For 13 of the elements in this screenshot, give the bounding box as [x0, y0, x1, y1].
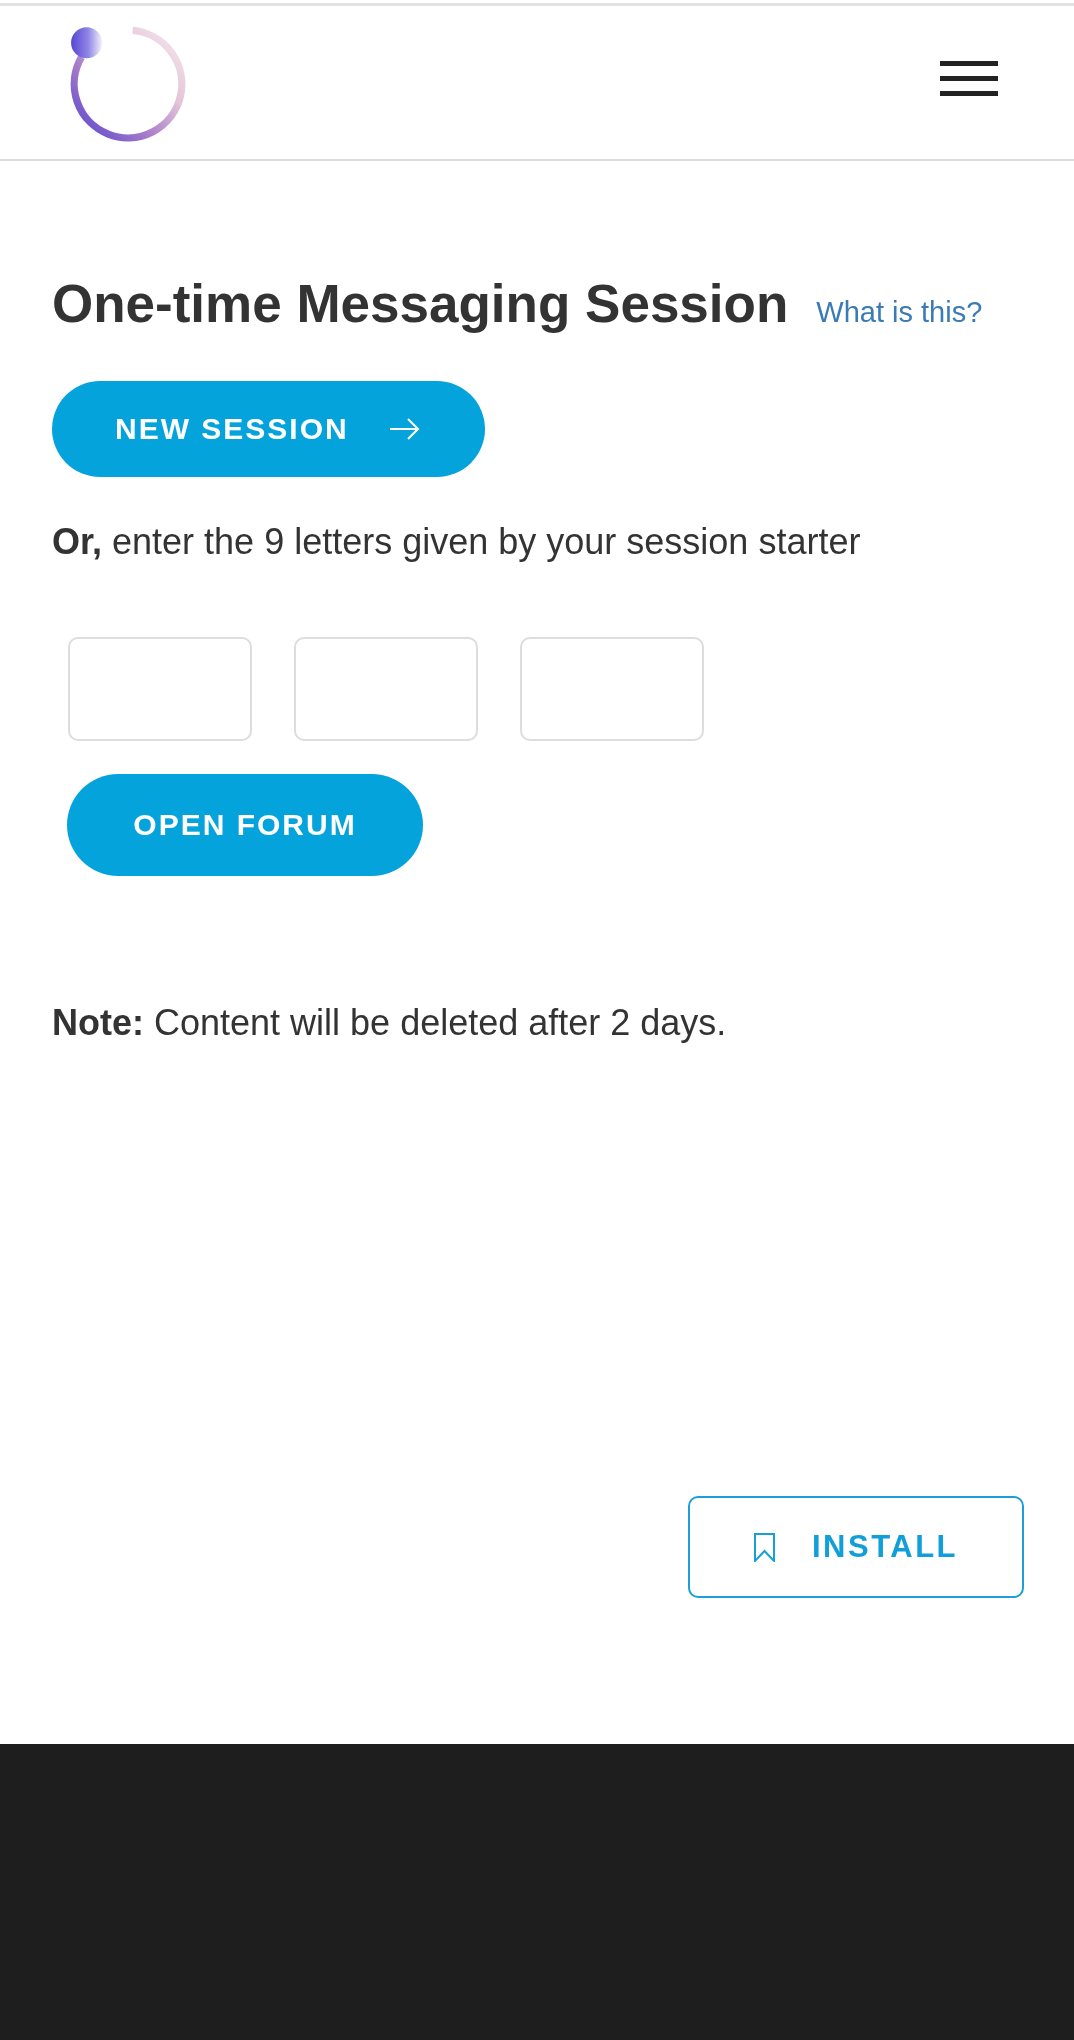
code-field[interactable] — [68, 637, 252, 742]
install-button[interactable]: INSTALL — [688, 1496, 1024, 1599]
code-field[interactable] — [520, 637, 704, 742]
help-link[interactable]: What is this? — [816, 296, 983, 329]
menu-icon[interactable] — [940, 61, 998, 96]
open-forum-button[interactable]: OPEN FORUM — [67, 774, 423, 877]
bookmark-icon — [753, 1532, 775, 1562]
instruction-text: Or, enter the 9 letters given by your session starter — [52, 519, 861, 564]
note-text: Note: Content will be deleted after 2 days. — [52, 1001, 727, 1046]
code-field[interactable] — [294, 637, 478, 742]
new-session-button[interactable]: NEW SESSION — [52, 380, 485, 477]
page-title: One-time Messaging Session — [52, 273, 789, 335]
arrow-icon — [388, 417, 420, 440]
